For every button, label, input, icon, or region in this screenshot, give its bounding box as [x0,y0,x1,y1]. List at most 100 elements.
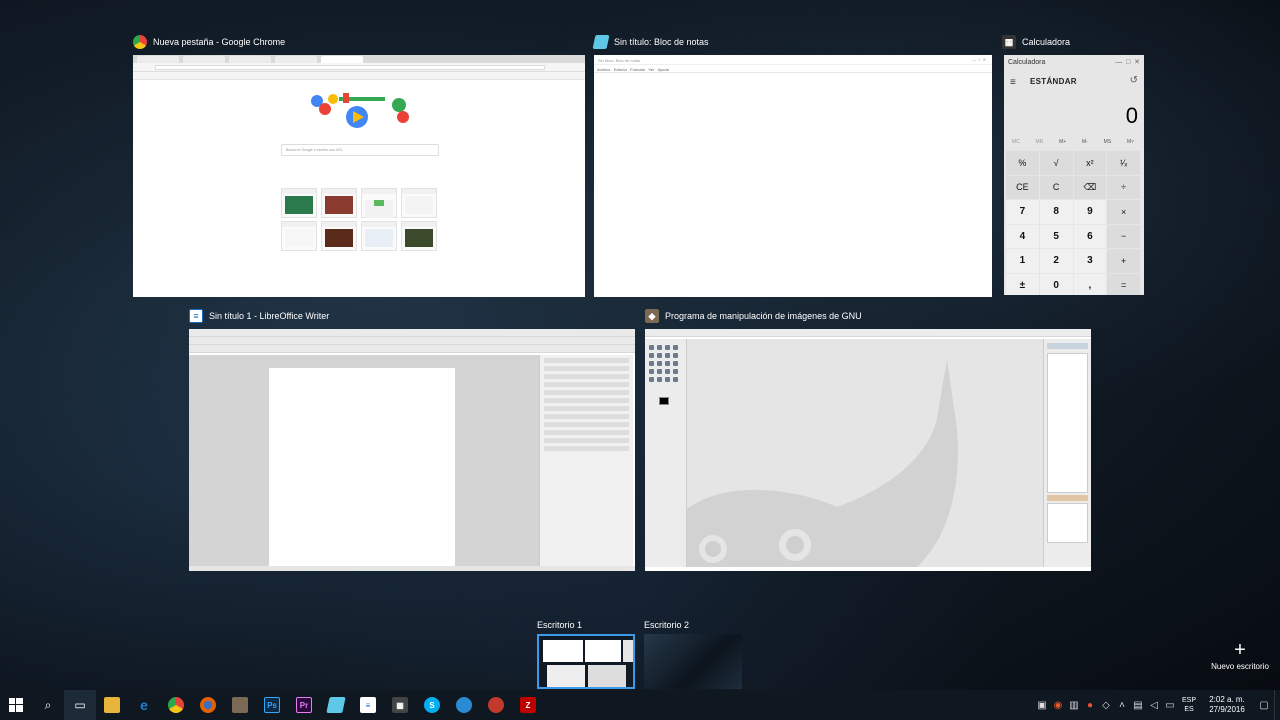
chrome-tab[interactable] [137,56,179,63]
history-icon[interactable]: ↺ [1130,75,1138,86]
window-writer[interactable]: ≡ Sin título 1 - LibreOffice Writer [189,307,635,571]
calc-key[interactable]: ± [1006,273,1039,295]
task-view-button[interactable]: ▭ [64,690,96,720]
calculator-content[interactable]: Calculadora — □ ✕ ≡ ESTÁNDAR ↺ 0 MC MR M… [1004,55,1144,295]
gimp-content[interactable] [645,329,1091,571]
chevron-up-icon[interactable]: ˄ [1114,690,1130,720]
window-controls-icon[interactable]: — □ ✕ [1115,58,1140,66]
chrome-tab[interactable] [321,56,363,63]
memory-button[interactable]: MC [1012,139,1020,145]
gimp-canvas[interactable] [687,339,1043,567]
tray-app-icon[interactable]: ◉ [1050,690,1066,720]
calc-key[interactable]: 6 [1073,224,1107,248]
volume-icon[interactable]: ◁ [1146,690,1162,720]
keyboard-icon[interactable]: ▭ [1162,690,1178,720]
menu-item[interactable]: Edición [614,67,627,72]
calc-key[interactable]: − [1107,224,1140,248]
google-doodle[interactable] [303,91,413,135]
tray-app-icon[interactable]: ▣ [1034,690,1050,720]
taskbar-chrome[interactable] [160,690,192,720]
tray-app-icon[interactable]: ◇ [1098,690,1114,720]
language-indicator[interactable]: ESP ES [1178,696,1200,714]
taskbar-edge[interactable]: e [128,690,160,720]
memory-button[interactable]: M˅ [1127,139,1134,145]
start-button[interactable] [0,690,32,720]
calc-key[interactable]: 3 [1073,249,1107,273]
most-visited-tile[interactable] [321,221,357,251]
search-button[interactable]: ⌕ [32,690,64,720]
calc-key[interactable]: x² [1073,151,1107,175]
window-controls-icon[interactable]: — □ ✕ [972,57,986,62]
menu-item[interactable]: Ver [648,67,654,72]
hamburger-menu-icon[interactable]: ≡ [1010,77,1016,88]
desktop-thumbnail-1[interactable] [537,634,635,689]
window-calculator[interactable]: ▦ Calculadora Calculadora — □ ✕ ≡ ESTÁND… [1002,33,1144,295]
taskbar-premiere[interactable]: Pr [288,690,320,720]
memory-button[interactable]: MR [1036,139,1044,145]
memory-button[interactable]: M+ [1059,139,1066,145]
notepad-content[interactable]: Sin título: Bloc de notas — □ ✕ Archivo … [594,55,992,297]
most-visited-tile[interactable] [361,188,397,218]
taskbar-calculator[interactable]: ▦ [384,690,416,720]
taskbar-filezilla[interactable]: Z [512,690,544,720]
calc-key[interactable]: % [1006,151,1039,175]
show-desktop-button[interactable] [1274,690,1280,720]
tray-app-icon[interactable]: ▥ [1066,690,1082,720]
clock[interactable]: 2:02 a. m. 27/9/2016 [1200,695,1254,715]
writer-content[interactable] [189,329,635,571]
calc-key[interactable]: + [1107,249,1140,273]
menu-item[interactable]: Ayuda [658,67,669,72]
calc-key[interactable]: 5 [1039,224,1073,248]
network-icon[interactable]: ▤ [1130,690,1146,720]
calc-key[interactable]: √ [1039,151,1073,175]
taskbar-file-explorer[interactable] [96,690,128,720]
taskbar-notepad[interactable] [320,690,352,720]
tray-app-icon[interactable]: ● [1082,690,1098,720]
calc-key[interactable]: , [1073,273,1107,295]
calc-key[interactable]: 1 [1006,249,1039,273]
taskbar-firefox[interactable] [192,690,224,720]
calc-key[interactable]: ¹⁄ₓ [1107,151,1140,175]
most-visited-tile[interactable] [401,188,437,218]
most-visited-tile[interactable] [281,188,317,218]
most-visited-tile[interactable] [361,221,397,251]
action-center-icon[interactable]: ▢ [1254,690,1274,720]
calc-key[interactable]: 8 [1039,200,1073,224]
calc-key[interactable]: × [1107,200,1140,224]
calc-key[interactable]: 7 [1006,200,1039,224]
chrome-tab[interactable] [229,56,271,63]
taskbar-photoshop[interactable]: Ps [256,690,288,720]
chrome-tab[interactable] [275,56,317,63]
calc-key[interactable]: 9 [1073,200,1107,224]
most-visited-tile[interactable] [281,221,317,251]
color-swatch[interactable] [659,397,669,405]
document-area[interactable] [189,355,539,568]
taskbar-game[interactable] [480,690,512,720]
calc-key[interactable]: 4 [1006,224,1039,248]
menu-item[interactable]: Archivo [597,67,610,72]
desktop-thumbnail-2[interactable] [644,634,742,689]
calc-key[interactable]: 2 [1039,249,1073,273]
window-chrome[interactable]: Nueva pestaña - Google Chrome Busca en G… [133,33,585,297]
taskbar-writer[interactable]: ≡ [352,690,384,720]
document-page[interactable] [269,368,455,568]
chrome-tab[interactable] [183,56,225,63]
window-gimp[interactable]: ◆ Programa de manipulación de imágenes d… [645,307,1091,571]
menu-item[interactable]: Formato [630,67,645,72]
taskbar-skype[interactable]: S [416,690,448,720]
most-visited-tile[interactable] [401,221,437,251]
taskbar-gimp[interactable] [224,690,256,720]
memory-button[interactable]: M- [1082,139,1088,145]
calc-key[interactable]: ⌫ [1073,175,1107,199]
window-notepad[interactable]: Sin título: Bloc de notas Sin título: Bl… [592,33,992,297]
calc-key[interactable]: C [1039,175,1073,199]
taskbar-chat[interactable] [448,690,480,720]
calc-key[interactable]: ÷ [1107,175,1140,199]
most-visited-tile[interactable] [321,188,357,218]
memory-button[interactable]: MS [1104,139,1112,145]
calc-key[interactable]: = [1107,273,1140,295]
new-desktop-button[interactable]: + Nuevo escritorio [1206,640,1274,671]
calc-key[interactable]: CE [1006,175,1039,199]
chrome-content[interactable]: Busca en Google o escribe una URL [133,55,585,297]
address-bar[interactable] [133,63,585,72]
